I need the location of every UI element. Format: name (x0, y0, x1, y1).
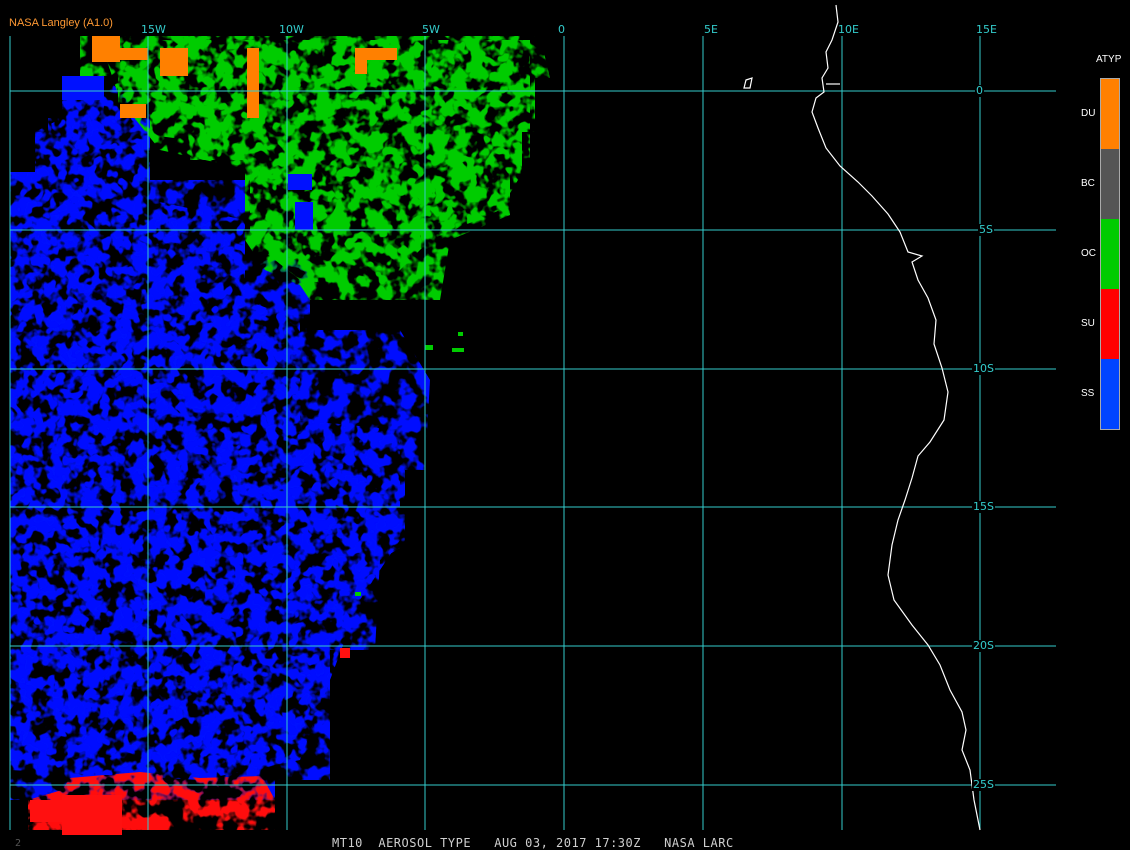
coastline (743, 4, 981, 831)
legend-swatch-ss (1101, 359, 1119, 429)
legend-swatch-bc (1101, 149, 1119, 219)
lon-label-0: 0 (558, 23, 565, 36)
lon-label-15e: 15E (976, 23, 997, 36)
legend-label-su: SU (1081, 318, 1095, 329)
legend-swatch-oc (1101, 219, 1119, 289)
legend-title: ATYP (1096, 54, 1122, 65)
frame-number: 2 (15, 838, 22, 849)
legend-label-oc: OC (1081, 248, 1096, 259)
legend-label-ss: SS (1081, 388, 1095, 399)
lon-label-15w: 15W (141, 23, 166, 36)
lon-label-5w: 5W (422, 23, 440, 36)
legend-label-bc: BC (1081, 178, 1095, 189)
lat-label-5s: 5S (978, 223, 994, 236)
lat-label-20s: 20S (972, 639, 995, 652)
legend-colorbar (1100, 78, 1120, 430)
lon-label-10e: 10E (838, 23, 859, 36)
lat-label-0: 0 (975, 84, 984, 97)
lon-label-10w: 10W (279, 23, 304, 36)
lon-label-5e: 5E (704, 23, 718, 36)
legend-label-du: DU (1081, 108, 1096, 119)
aerosol-map (9, 4, 1056, 835)
agency-label: NASA Langley (A1.0) (9, 17, 113, 29)
legend-swatch-du (1101, 79, 1119, 149)
lat-label-10s: 10S (972, 362, 995, 375)
legend-swatch-su (1101, 289, 1119, 359)
lat-label-25s: 25S (972, 778, 995, 791)
product-caption: MT10 AEROSOL TYPE AUG 03, 2017 17:30Z NA… (332, 836, 734, 850)
lat-label-15s: 15S (972, 500, 995, 513)
